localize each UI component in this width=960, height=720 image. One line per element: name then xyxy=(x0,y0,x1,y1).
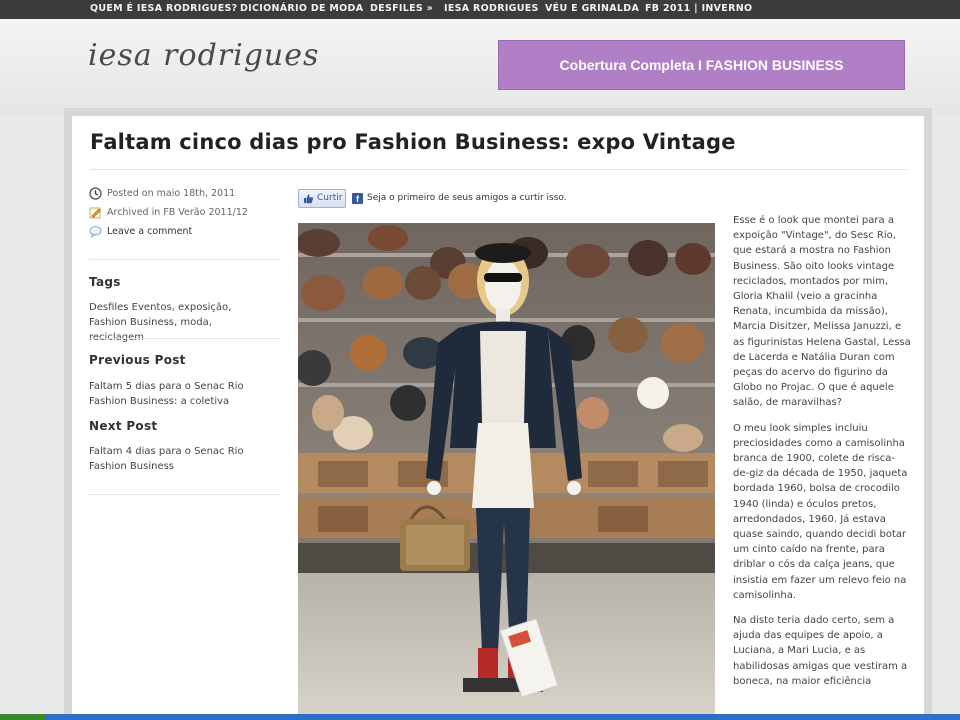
top-navigation: QUEM É IESA RODRIGUES? DICIONÁRIO DE MOD… xyxy=(0,0,960,19)
post-title[interactable]: Faltam cinco dias pro Fashion Business: … xyxy=(90,130,736,154)
nav-item-iesa-rodrigues[interactable]: IESA RODRIGUES xyxy=(444,3,539,14)
next-post-link[interactable]: Faltam 4 dias para o Senac Rio Fashion B… xyxy=(89,444,267,474)
article-body: Esse é o look que montei para a expoição… xyxy=(733,213,911,699)
article-paragraph: Na disto teria dado certo, sem a ajuda d… xyxy=(733,615,908,687)
article-paragraph: Esse é o look que montei para a expoição… xyxy=(733,215,911,409)
sidebar-divider xyxy=(89,338,280,339)
like-label: Curtir xyxy=(317,193,343,203)
taskbar-strip xyxy=(0,714,960,720)
mannequin-photo-illustration xyxy=(298,223,715,720)
facebook-like-button[interactable]: Curtir xyxy=(298,189,346,208)
article-paragraph: O meu look simples incluiu preciosidades… xyxy=(733,422,908,601)
sidebar-divider xyxy=(89,259,280,260)
nav-item-desfiles[interactable]: DESFILES » xyxy=(370,3,433,14)
previous-post-link[interactable]: Faltam 5 dias para o Senac Rio Fashion B… xyxy=(89,379,267,409)
nav-item-fb-2011[interactable]: FB 2011 | INVERNO xyxy=(645,3,752,14)
title-divider xyxy=(90,169,907,170)
next-post-heading: Next Post xyxy=(89,419,158,433)
archived-category-link[interactable]: FB Verão 2011/12 xyxy=(163,207,248,218)
thumbs-up-icon xyxy=(304,194,314,204)
posted-date: Posted on maio 18th, 2011 xyxy=(89,187,235,200)
archived-prefix: Archived in xyxy=(107,207,164,218)
sidebar-divider xyxy=(89,494,280,495)
fashion-business-banner[interactable]: Cobertura Completa I FASHION BUSINESS xyxy=(498,40,905,90)
site-logo[interactable]: iesa rodrigues xyxy=(88,38,319,73)
previous-post-heading: Previous Post xyxy=(89,353,186,367)
post-photo[interactable] xyxy=(298,223,715,720)
clock-icon xyxy=(89,187,102,200)
pencil-icon xyxy=(89,207,101,219)
tags-heading: Tags xyxy=(89,275,121,289)
nav-item-veu-e-grinalda[interactable]: VÉU E GRINALDA xyxy=(545,3,639,14)
facebook-icon: f xyxy=(352,193,363,204)
archived-in: Archived in FB Verão 2011/12 xyxy=(89,206,248,219)
leave-comment-link[interactable]: Leave a comment xyxy=(107,226,192,237)
nav-item-dicionario[interactable]: DICIONÁRIO DE MODA xyxy=(240,3,363,14)
comment-bubble-icon xyxy=(89,226,102,238)
facebook-like-text: Seja o primeiro de seus amigos a curtir … xyxy=(367,193,567,203)
leave-comment: Leave a comment xyxy=(89,225,192,238)
posted-date-text: Posted on maio 18th, 2011 xyxy=(107,188,236,199)
nav-item-quem-e[interactable]: QUEM É IESA RODRIGUES? xyxy=(90,3,237,14)
